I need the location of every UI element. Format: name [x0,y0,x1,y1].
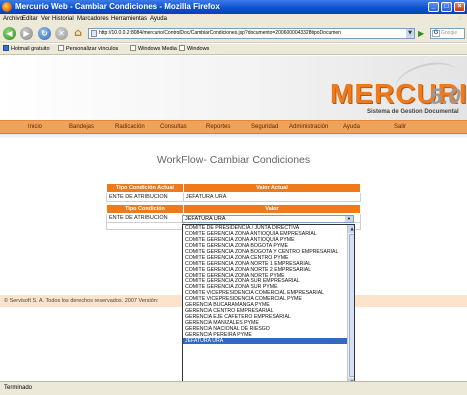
back-arrow-icon[interactable]: ◀ [3,27,16,40]
menu-archivo[interactable]: Archivo [3,14,23,24]
nav-administracion[interactable]: Administración [289,121,328,133]
valor-dropdown-list[interactable]: COMITE DE PRESIDENCIA / JUNTA DIRECTIVA C… [182,224,355,381]
google-search-icon[interactable]: G [432,30,440,37]
menu-editar[interactable]: Editar [22,14,38,24]
nav-bandejas[interactable]: Bandejas [69,121,94,133]
bookmark-hotmail[interactable]: Hotmail gratuito [3,44,50,55]
bookmark-label: Hotmail gratuito [11,46,50,52]
chevron-down-icon[interactable]: ▼ [345,216,353,222]
menu-herramientas[interactable]: Herramientas [111,14,147,24]
close-button[interactable]: × [454,2,465,12]
address-bar[interactable]: http://10.0.0.2:8084/mercurio/ControlDoc… [88,28,415,39]
nav-salir[interactable]: Salir [394,121,406,133]
firefox-icon [2,2,12,12]
nav-radicacion[interactable]: Radicación [115,121,145,133]
nav-inicio[interactable]: Inicio [28,121,42,133]
window-title: Mercurio Web - Cambiar Condiciones - Moz… [15,2,220,11]
valor-select[interactable]: JEFATURA URA ▼ [182,215,354,223]
hotmail-icon [3,45,9,51]
bookmarks-bar: Hotmail gratuito Personalizar vínculos W… [0,44,467,55]
column-header: Tipo Condición [106,204,184,214]
page-title: WorkFlow- Cambiar Condiciones [156,154,311,166]
status-bar: Terminado [0,381,467,395]
address-dropdown-icon[interactable]: ▼ [406,29,414,38]
column-header: Valor [182,204,362,214]
logo-version: 5.0 [430,84,461,109]
page-icon [130,45,136,51]
status-text: Terminado [4,385,33,391]
menu-ver[interactable]: Ver [41,14,50,24]
dropdown-option[interactable]: COMITE GERENCIA ZONA BOGOTA Y CENTRO EMP… [183,249,347,255]
selected-value: JEFATURA URA [185,216,226,222]
bookmark-label: Personalizar vínculos [66,46,119,52]
table-cell: JEFATURA URA [182,192,362,202]
column-header: Tipo Condición Actual [106,183,184,193]
nav-seguridad[interactable]: Seguridad [251,121,278,133]
menu-marcadores[interactable]: Marcadores [77,14,109,24]
reload-icon[interactable]: ↻ [38,27,51,40]
navigation-toolbar: ◀ ▶ ↻ ✕ ⌂ http://10.0.0.2:8084/mercurio/… [0,24,467,43]
home-icon[interactable]: ⌂ [72,27,84,39]
page-icon [91,30,97,37]
nav-consultas[interactable]: Consultas [160,121,187,133]
menu-historial[interactable]: Historial [52,14,74,24]
logo-tagline: Sistema de Gestion Documental [367,109,459,115]
bookmark-label: Windows Media [138,46,177,52]
page-icon [179,45,185,51]
current-condition-table: Tipo Condición Actual Valor Actual ENTE … [106,183,362,202]
table-cell: ENTE DE ATRIBUCION [106,213,184,223]
window-title-bar[interactable]: Mercurio Web - Cambiar Condiciones - Moz… [0,0,467,14]
bookmark-label: Windows [187,46,210,52]
address-url: http://10.0.0.2:8084/mercurio/ControlDoc… [99,30,341,36]
throbber-icon: ◌ [458,15,463,22]
menu-ayuda[interactable]: Ayuda [150,14,167,24]
minimize-button[interactable]: _ [428,2,439,12]
nav-shadow [0,134,467,139]
footer-copyright: © Servisoft S. A. Todos los derechos res… [4,298,159,304]
bookmark-windows[interactable]: Windows [179,44,209,55]
bookmark-personalizar[interactable]: Personalizar vínculos [58,44,118,55]
header-banner: MERCURIO 5.0 Sistema de Gestion Document… [0,56,467,120]
maximize-button[interactable]: □ [441,2,452,12]
bookmark-windows-media[interactable]: Windows Media [130,44,177,55]
forward-arrow-icon[interactable]: ▶ [20,27,33,40]
search-placeholder: Google [441,30,458,36]
nav-reportes[interactable]: Reportes [206,121,230,133]
dropdown-option[interactable]: JEFATURA URA [183,337,347,344]
column-header: Valor Actual [182,183,362,193]
menu-bar: Archivo Editar Ver Historial Marcadores … [0,14,467,24]
table-cell [106,222,184,230]
table-row: ENTE DE ATRIBUCION JEFATURA URA [106,192,362,202]
page-icon [58,45,64,51]
table-cell: ENTE DE ATRIBUCION [106,192,184,202]
scroll-up-icon[interactable]: ▲ [348,225,354,233]
dropdown-scrollbar[interactable]: ▲ ▼ [347,225,354,381]
option-list: COMITE DE PRESIDENCIA / JUNTA DIRECTIVA C… [183,225,347,344]
search-box[interactable]: G Google [430,28,465,39]
nav-ayuda[interactable]: Ayuda [343,121,360,133]
go-arrow-icon[interactable]: ▶ [418,29,427,38]
page-content: MERCURIO 5.0 Sistema de Gestion Document… [0,56,467,381]
main-nav: Inicio Bandejas Radicación Consultas Rep… [0,120,467,134]
scroll-thumb[interactable] [349,234,354,377]
stop-icon[interactable]: ✕ [55,27,68,40]
